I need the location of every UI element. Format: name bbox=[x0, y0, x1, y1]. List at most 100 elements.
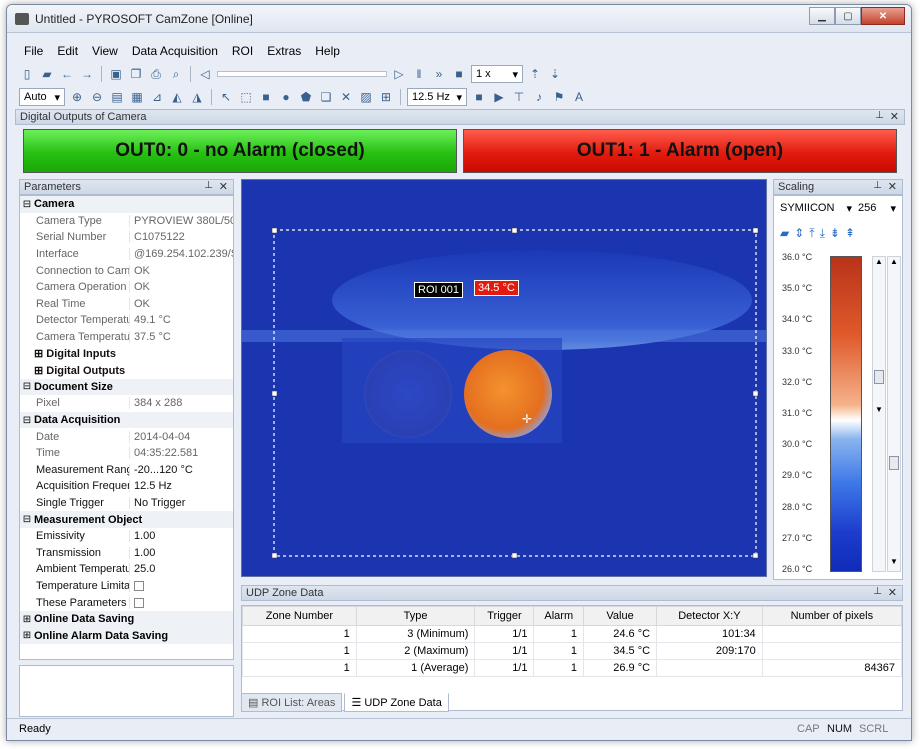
fit-view-icon[interactable]: ▤ bbox=[109, 89, 125, 105]
table-row[interactable]: 11 (Average) 1/1 1 26.9 °C 84367 bbox=[242, 659, 903, 677]
collapse-icon[interactable]: ⊟ bbox=[20, 199, 34, 210]
property-row[interactable]: Camera Temperatu 37.5 °C bbox=[20, 329, 233, 346]
slider-up-arrow-icon[interactable]: ▲ bbox=[888, 257, 900, 266]
print-icon[interactable]: ⎙ bbox=[148, 66, 164, 82]
property-row[interactable]: Camera Operation M OK bbox=[20, 279, 233, 296]
start-acquisition-icon[interactable]: ▶ bbox=[491, 89, 507, 105]
menu-file[interactable]: File bbox=[17, 41, 50, 61]
save-icon[interactable]: ▣ bbox=[108, 66, 124, 82]
scale-slider-track[interactable]: ▲ ▼ bbox=[872, 256, 886, 572]
subcategory-row[interactable]: ⊞ Digital Outputs bbox=[20, 362, 233, 379]
zoom-out-icon[interactable]: ⊖ bbox=[89, 89, 105, 105]
select-area-icon[interactable]: ⬚ bbox=[238, 89, 254, 105]
levels-select[interactable]: 256 ▾ bbox=[858, 202, 896, 215]
category-row[interactable]: ⊞ Online Data Saving bbox=[20, 610, 233, 628]
open-folder-icon[interactable]: ▰ bbox=[39, 66, 55, 82]
column-header[interactable]: Number of pixels bbox=[761, 606, 903, 626]
mirror-icon[interactable]: ◭ bbox=[169, 89, 185, 105]
property-row[interactable]: Real Time OK bbox=[20, 296, 233, 313]
category-row[interactable]: ⊟ Camera bbox=[20, 196, 233, 213]
column-header[interactable]: Detector X:Y bbox=[656, 606, 763, 626]
close-panel-icon[interactable]: ✕ bbox=[888, 586, 897, 599]
menu-edit[interactable]: Edit bbox=[50, 41, 85, 61]
property-row[interactable]: These Parameters fo bbox=[20, 594, 233, 611]
property-row[interactable]: Camera Type PYROVIEW 380L/50HZ bbox=[20, 213, 233, 230]
lower-min-icon[interactable]: ⤓ bbox=[820, 226, 825, 241]
trigger-icon[interactable]: ⊤ bbox=[511, 89, 527, 105]
reset-scale-icon[interactable]: ⇞ bbox=[845, 226, 855, 241]
minimize-button[interactable]: ▁ bbox=[809, 7, 835, 25]
new-document-icon[interactable]: ▯ bbox=[19, 66, 35, 82]
property-row[interactable]: Emissivity 1.00 bbox=[20, 528, 233, 545]
column-header[interactable]: Trigger bbox=[474, 606, 535, 626]
speed-combo[interactable]: 1 x ▾ bbox=[471, 65, 523, 83]
upper-scale-handle[interactable] bbox=[874, 369, 884, 384]
slider-down-arrow-icon[interactable]: ▼ bbox=[888, 557, 900, 566]
close-panel-icon[interactable]: ✕ bbox=[890, 110, 899, 123]
arrow-down-icon[interactable]: ⇣ bbox=[547, 66, 563, 82]
property-row[interactable]: Measurement Rang -20...120 °C bbox=[20, 462, 233, 479]
pin-icon[interactable]: ⊥ bbox=[204, 180, 213, 191]
collapse-icon[interactable]: ⊟ bbox=[20, 514, 34, 525]
close-panel-icon[interactable]: ✕ bbox=[888, 180, 897, 193]
checkbox[interactable] bbox=[134, 597, 144, 608]
collapse-icon[interactable]: ⊟ bbox=[20, 381, 34, 392]
raise-max-icon[interactable]: ⤒ bbox=[809, 226, 814, 241]
grid-icon[interactable]: ▦ bbox=[129, 89, 145, 105]
play-icon[interactable]: ▷ bbox=[391, 66, 407, 82]
frequency-combo[interactable]: 12.5 Hz ▾ bbox=[407, 88, 467, 106]
roi-align-icon[interactable]: ⊞ bbox=[378, 89, 394, 105]
slider-up-arrow-icon[interactable]: ▲ bbox=[873, 257, 885, 266]
column-header[interactable]: Alarm bbox=[533, 606, 585, 626]
fast-forward-icon[interactable]: » bbox=[431, 66, 447, 82]
pin-icon[interactable]: ⊥ bbox=[873, 586, 882, 597]
menu-data-acquisition[interactable]: Data Acquisition bbox=[125, 41, 225, 61]
pointer-icon[interactable]: ↖ bbox=[218, 89, 234, 105]
property-row[interactable]: Interface @169.254.102.239/StdE bbox=[20, 246, 233, 263]
column-header[interactable]: Zone Number bbox=[242, 606, 357, 626]
expand-icon[interactable]: ⊞ bbox=[20, 614, 34, 625]
lower-scale-handle[interactable] bbox=[889, 456, 899, 471]
pin-icon[interactable]: ⊥ bbox=[873, 180, 882, 191]
property-row[interactable]: Pixel 384 x 288 bbox=[20, 395, 233, 412]
column-header[interactable]: Value bbox=[583, 606, 658, 626]
menu-view[interactable]: View bbox=[85, 41, 125, 61]
ellipse-roi-icon[interactable]: ● bbox=[278, 89, 294, 105]
category-row[interactable]: ⊟ Document Size bbox=[20, 378, 233, 396]
expand-icon[interactable]: ⊞ bbox=[34, 348, 46, 360]
property-row[interactable]: Acquisition Frequer 12.5 Hz bbox=[20, 478, 233, 495]
property-row[interactable]: Ambient Temperatu 25.0 bbox=[20, 561, 233, 578]
property-row[interactable]: Connection to Cam OK bbox=[20, 262, 233, 279]
expand-range-icon[interactable]: ⇕ bbox=[794, 226, 804, 241]
tab-udp-zone-data[interactable]: ☰ UDP Zone Data bbox=[344, 693, 449, 712]
expand-icon[interactable]: ⊞ bbox=[20, 630, 34, 641]
delete-roi-icon[interactable]: ✕ bbox=[338, 89, 354, 105]
property-row[interactable]: Detector Temperatu 49.1 °C bbox=[20, 312, 233, 329]
arrow-up-icon[interactable]: ⇡ bbox=[527, 66, 543, 82]
menu-extras[interactable]: Extras bbox=[260, 41, 308, 61]
property-row[interactable]: Serial Number C1075122 bbox=[20, 229, 233, 246]
property-row[interactable]: Time 04:35:22.581 bbox=[20, 445, 233, 462]
checkbox[interactable] bbox=[134, 581, 144, 592]
copy-roi-icon[interactable]: ❏ bbox=[318, 89, 334, 105]
stop-acquisition-icon[interactable]: ■ bbox=[471, 89, 487, 105]
palette-select[interactable]: SYMIICON ▾ bbox=[780, 202, 852, 215]
tab-roi-list[interactable]: ▤ ROI List: Areas bbox=[241, 693, 343, 712]
menu-help[interactable]: Help bbox=[308, 41, 347, 61]
close-panel-icon[interactable]: ✕ bbox=[219, 180, 228, 193]
maximize-button[interactable]: ▢ bbox=[835, 7, 861, 25]
slider-down-arrow-icon[interactable]: ▼ bbox=[873, 405, 885, 414]
collapse-icon[interactable]: ⊟ bbox=[20, 415, 34, 426]
property-row[interactable]: Transmission 1.00 bbox=[20, 544, 233, 561]
auto-scale-icon[interactable]: ⇟ bbox=[830, 226, 840, 241]
category-row[interactable]: ⊞ Online Alarm Data Saving bbox=[20, 627, 233, 645]
redo-icon[interactable]: → bbox=[79, 66, 95, 82]
category-row[interactable]: ⊟ Measurement Object bbox=[20, 511, 233, 528]
copy-icon[interactable]: ❐ bbox=[128, 66, 144, 82]
alarm-icon[interactable]: ⚑ bbox=[551, 89, 567, 105]
undo-icon[interactable]: ← bbox=[59, 66, 75, 82]
print-preview-icon[interactable]: ⌕ bbox=[168, 66, 184, 82]
step-back-icon[interactable]: ◁ bbox=[197, 66, 213, 82]
roi-settings-icon[interactable]: ▨ bbox=[358, 89, 374, 105]
property-row[interactable]: Temperature Limita bbox=[20, 578, 233, 595]
